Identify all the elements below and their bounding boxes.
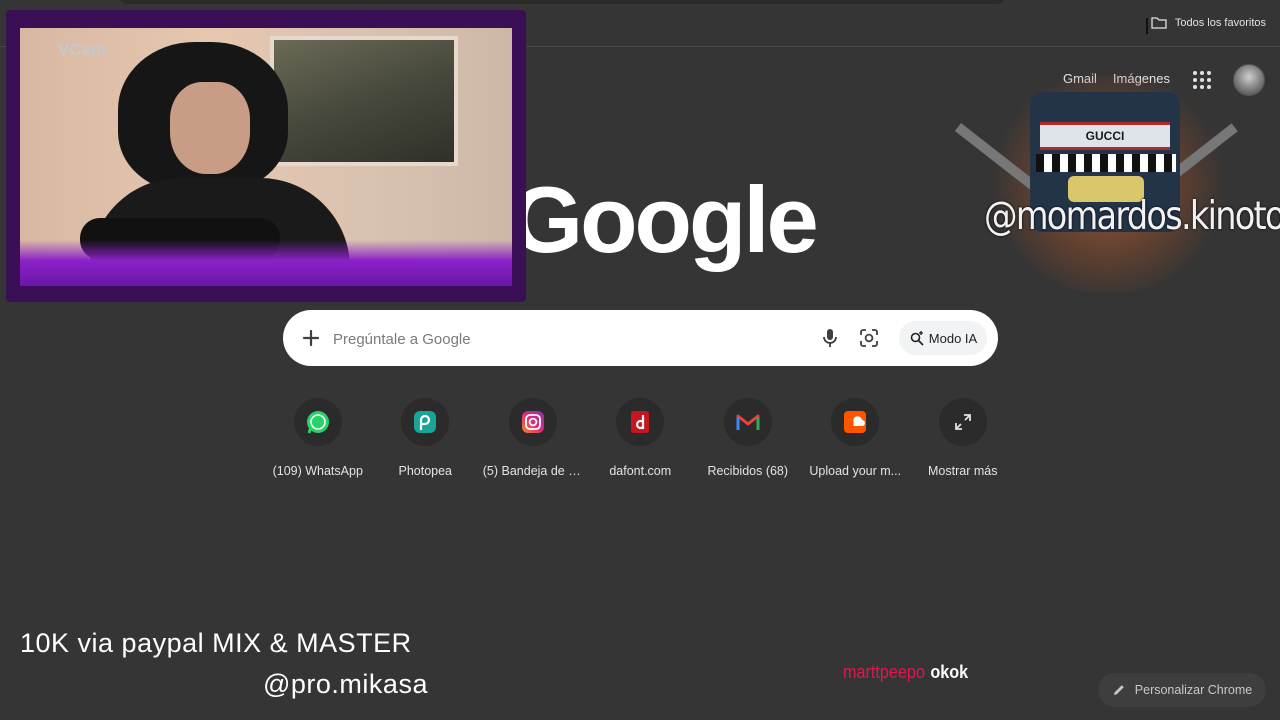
promo-text: 10K via paypal MIX & MASTER [20, 628, 412, 658]
all-bookmarks-label: Todos los favoritos [1174, 16, 1266, 29]
chat-username: marttpeepo [843, 662, 925, 682]
customize-chrome-button[interactable]: Personalizar Chrome [1098, 673, 1266, 707]
webcam-label: VCam [58, 40, 107, 59]
shortcut-label: Upload your m... [809, 464, 902, 478]
webcam-video [20, 28, 512, 286]
watermark-handle: @momardos.kinoto [984, 194, 1280, 239]
ai-mode-label: Modo IA [928, 330, 978, 346]
ai-search-icon [910, 331, 924, 346]
expand-icon [954, 414, 971, 430]
chat-message: marttpeepo okok [843, 662, 968, 683]
shortcut-soundcloud[interactable]: Upload your m... [802, 398, 910, 478]
shortcut-gmail[interactable]: Recibidos (68) [694, 398, 802, 478]
shortcut-whatsapp[interactable]: (109) WhatsApp [264, 398, 372, 478]
shortcuts-grid: (109) WhatsApp Photopea (5) Bandeja de e… [264, 398, 1017, 478]
shortcut-photopea[interactable]: Photopea [372, 398, 480, 478]
bookmarks-separator [1146, 18, 1148, 34]
customize-chrome-label: Personalizar Chrome [1134, 683, 1253, 697]
instagram-icon [521, 411, 544, 433]
shortcut-label: Mostrar más [928, 464, 998, 478]
address-bar-edge[interactable] [118, 0, 1006, 4]
audio-visualizer [20, 240, 512, 286]
photopea-icon [414, 411, 437, 433]
shortcut-label: (5) Bandeja de e... [482, 464, 583, 478]
webcam-overlay: VCam [6, 10, 526, 302]
all-bookmarks-button[interactable]: Todos los favoritos [1151, 16, 1266, 29]
promo-handle: @pro.mikasa [263, 669, 428, 699]
person-face [170, 82, 250, 174]
whatsapp-icon [306, 411, 329, 434]
watermark-glasses [1036, 154, 1176, 172]
shortcut-show-more[interactable]: Mostrar más [909, 398, 1017, 478]
shortcut-label: Recibidos (68) [707, 464, 789, 478]
pencil-icon [1113, 685, 1124, 695]
shortcut-label: dafont.com [609, 464, 672, 478]
dafont-icon [631, 411, 650, 433]
folder-icon [1151, 17, 1167, 29]
gmail-icon [736, 414, 760, 430]
shortcut-instagram[interactable]: (5) Bandeja de e... [479, 398, 587, 478]
search-box[interactable]: Modo IA [283, 310, 998, 366]
google-lens-icon[interactable] [858, 327, 880, 349]
shortcut-label: (109) WhatsApp [272, 464, 363, 478]
chat-text: okok [930, 662, 969, 682]
shortcut-label: Photopea [398, 464, 453, 478]
stream-watermark: GUCCI @momardos.kinoto [954, 62, 1280, 312]
google-logo: Google [510, 167, 819, 272]
shortcut-dafont[interactable]: dafont.com [587, 398, 695, 478]
soundcloud-icon [844, 411, 867, 433]
watermark-brand: GUCCI [1040, 122, 1170, 150]
webcam-window [270, 36, 458, 166]
plus-icon[interactable] [299, 326, 323, 350]
ai-mode-button[interactable]: Modo IA [899, 321, 987, 355]
search-input[interactable] [331, 320, 805, 358]
microphone-icon[interactable] [819, 327, 841, 349]
